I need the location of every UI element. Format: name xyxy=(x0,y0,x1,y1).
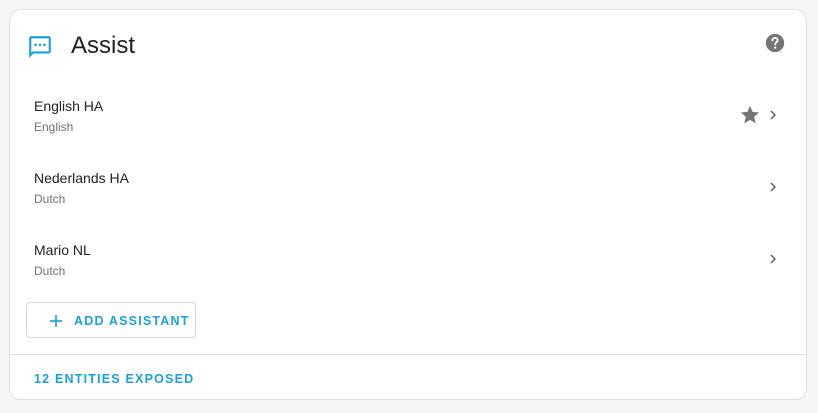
assist-card: Assist English HA English Nederlands HA … xyxy=(9,9,807,400)
add-assistant-label: ADD ASSISTANT xyxy=(74,314,190,328)
chevron-right-icon xyxy=(770,110,776,120)
add-assistant-button[interactable]: ADD ASSISTANT xyxy=(26,302,196,338)
chevron-right-icon xyxy=(770,254,776,264)
assistant-item-nederlands-ha[interactable]: Nederlands HA Dutch xyxy=(10,154,806,226)
card-header: Assist xyxy=(10,10,806,82)
assistant-list: English HA English Nederlands HA Dutch M… xyxy=(10,82,806,298)
assistant-name: Nederlands HA xyxy=(34,170,129,186)
message-icon xyxy=(29,36,51,58)
assistant-name: English HA xyxy=(34,98,104,114)
chevron-right-icon xyxy=(770,182,776,192)
plus-icon xyxy=(50,315,62,327)
help-icon[interactable] xyxy=(764,32,786,54)
card-title: Assist xyxy=(71,32,136,59)
card-divider xyxy=(10,354,806,355)
assistant-language: English xyxy=(34,120,74,134)
assistant-item-english-ha[interactable]: English HA English xyxy=(10,82,806,154)
entities-exposed-link[interactable]: 12 ENTITIES EXPOSED xyxy=(34,371,194,387)
assistant-language: Dutch xyxy=(34,264,66,278)
assistant-item-mario-nl[interactable]: Mario NL Dutch xyxy=(10,226,806,298)
star-icon xyxy=(740,105,760,124)
assistant-name: Mario NL xyxy=(34,242,91,258)
assistant-language: Dutch xyxy=(34,192,66,206)
